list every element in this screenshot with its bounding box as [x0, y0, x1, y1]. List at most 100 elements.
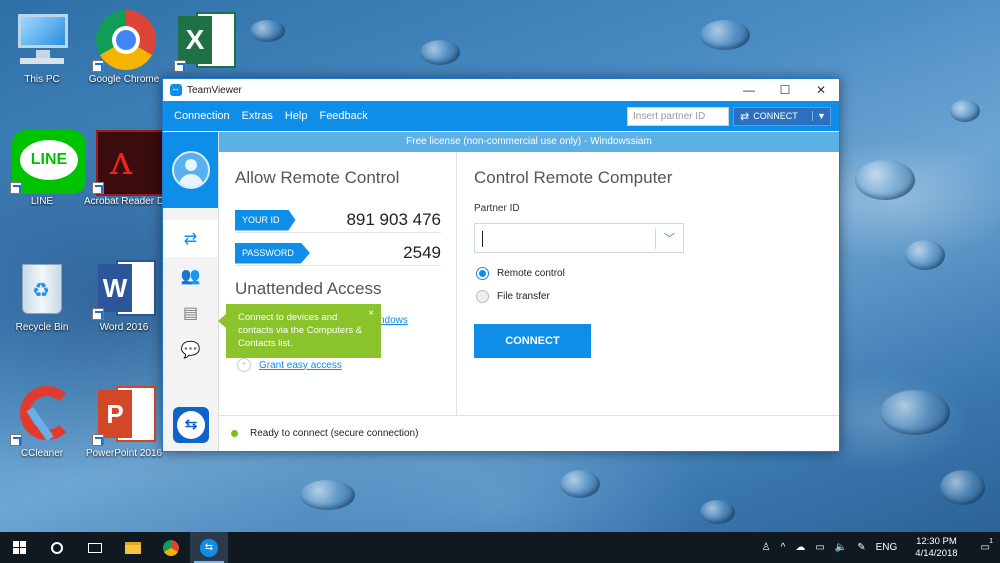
- battery-icon[interactable]: ▭: [810, 542, 829, 553]
- password-row: PASSWORD 2549: [235, 241, 441, 266]
- close-button[interactable]: ✕: [803, 83, 839, 97]
- chrome-icon: [92, 8, 156, 72]
- radio-label: Remote control: [497, 268, 565, 279]
- sidebar-item-contacts[interactable]: ▤: [163, 294, 218, 331]
- powerpoint-icon: P: [92, 382, 156, 446]
- people-icon[interactable]: ♙: [757, 542, 776, 553]
- menu-connection[interactable]: Connection: [163, 110, 236, 122]
- menu-bar: Connection Extras Help Feedback Insert p…: [163, 101, 839, 131]
- status-text: Ready to connect (secure connection): [250, 428, 419, 439]
- teamviewer-icon: ⇆: [200, 538, 218, 557]
- partner-id-input[interactable]: ﹀: [474, 223, 684, 253]
- desktop-icon-label: Google Chrome: [88, 74, 160, 85]
- chevron-down-icon[interactable]: ▼: [812, 111, 830, 121]
- desktop-icon-label: LINE: [30, 196, 54, 207]
- arrows-icon: ⇄: [740, 110, 750, 123]
- teamviewer-window: TeamViewer — ☐ ✕ Connection Extras Help …: [162, 78, 840, 452]
- desktop-icon-chrome[interactable]: Google Chrome: [84, 8, 164, 85]
- taskbar-teamviewer[interactable]: ⇆: [190, 532, 228, 563]
- pen-icon[interactable]: ✎: [852, 542, 870, 553]
- radio-selected-icon: [476, 267, 489, 280]
- desktop-icon-powerpoint[interactable]: P PowerPoint 2016: [84, 382, 164, 459]
- notification-count: 1: [989, 538, 993, 545]
- maximize-button[interactable]: ☐: [767, 83, 803, 97]
- radio-label: File transfer: [497, 291, 550, 302]
- desktop-icon-acrobat[interactable]: ᴧ Acrobat Reader DC: [84, 130, 172, 207]
- taskbar-chrome[interactable]: [152, 532, 190, 563]
- status-bar: Ready to connect (secure connection): [219, 415, 839, 451]
- desktop-icon-label: This PC: [24, 74, 60, 85]
- your-id-value[interactable]: 891 903 476: [346, 210, 441, 230]
- start-with-windows-link[interactable]: ndows: [379, 315, 408, 326]
- connect-button[interactable]: CONNECT: [474, 324, 591, 358]
- close-icon[interactable]: ×: [368, 307, 374, 320]
- teamviewer-brand-icon[interactable]: ⇆: [173, 407, 209, 443]
- clock-date: 4/14/2018: [915, 547, 958, 559]
- arrows-icon: ⇄: [183, 230, 198, 248]
- desktop-icon-line[interactable]: LINE LINE: [2, 130, 86, 207]
- search-button[interactable]: [38, 532, 76, 563]
- recycle-bin-icon: ♻: [10, 256, 74, 320]
- avatar-icon: [171, 151, 210, 189]
- license-banner: Free license (non-commercial use only) -…: [219, 132, 839, 152]
- language-indicator[interactable]: ENG: [871, 542, 903, 553]
- chat-icon: 💬: [180, 341, 201, 359]
- partner-id-quick-input[interactable]: Insert partner ID: [627, 106, 729, 126]
- status-ok-icon: [231, 430, 238, 437]
- network-icon[interactable]: ☁: [790, 542, 810, 553]
- grant-easy-access-link[interactable]: Grant easy access: [259, 360, 342, 371]
- teamviewer-logo-icon: [170, 83, 182, 96]
- sidebar-item-meeting[interactable]: 👥: [163, 257, 218, 294]
- desktop-icon-word[interactable]: W Word 2016: [84, 256, 164, 333]
- text-caret: [482, 231, 483, 247]
- allow-remote-title: Allow Remote Control: [235, 168, 400, 187]
- desktop-icon-excel[interactable]: X: [166, 8, 246, 74]
- allow-remote-control-panel: Allow Remote Control YOUR ID 891 903 476…: [219, 152, 457, 416]
- chevron-down-icon[interactable]: ﹀: [655, 229, 683, 249]
- sidebar-item-remote-control[interactable]: ⇄: [163, 220, 218, 257]
- clock[interactable]: 12:30 PM 4/14/2018: [902, 536, 970, 560]
- partner-id-label: Partner ID: [474, 203, 520, 214]
- profile-area[interactable]: [163, 132, 218, 208]
- task-view-button[interactable]: [76, 532, 114, 563]
- connect-quick-label: CONNECT: [753, 111, 798, 121]
- contact-card-icon: ▤: [182, 304, 199, 322]
- people-icon: 👥: [180, 267, 201, 285]
- notification-center[interactable]: ▭ 1: [971, 538, 1000, 553]
- chevron-up-icon[interactable]: ^: [776, 542, 791, 553]
- sidebar-item-chat[interactable]: 💬: [163, 331, 218, 368]
- radio-file-transfer[interactable]: File transfer: [476, 290, 550, 303]
- menu-extras[interactable]: Extras: [236, 110, 279, 122]
- taskbar-file-explorer[interactable]: [114, 532, 152, 563]
- windows-logo-icon: [12, 541, 26, 554]
- grant-access-row: + Grant easy access: [237, 358, 342, 372]
- window-title: TeamViewer: [187, 84, 242, 96]
- clock-time: 12:30 PM: [916, 535, 957, 547]
- start-button[interactable]: [0, 532, 38, 563]
- connect-quick-button[interactable]: ⇄ CONNECT ▼: [733, 106, 831, 126]
- your-id-tag: YOUR ID: [235, 209, 296, 231]
- unattended-title: Unattended Access: [235, 279, 382, 298]
- desktop-icon-ccleaner[interactable]: CCleaner: [2, 382, 82, 459]
- sidebar: ⇄ 👥 ▤ 💬 ⇆: [163, 132, 219, 451]
- radio-remote-control[interactable]: Remote control: [476, 267, 565, 280]
- title-bar[interactable]: TeamViewer — ☐ ✕: [163, 79, 839, 101]
- desktop-icon-recycle-bin[interactable]: ♻ Recycle Bin: [2, 256, 82, 333]
- menu-feedback[interactable]: Feedback: [313, 110, 373, 122]
- desktop-icon-label: Acrobat Reader DC: [84, 196, 172, 207]
- your-id-row: YOUR ID 891 903 476: [235, 208, 441, 233]
- minimize-button[interactable]: —: [731, 83, 767, 97]
- excel-icon: X: [174, 8, 238, 72]
- tooltip-text: Connect to devices and contacts via the …: [238, 312, 363, 349]
- taskbar: ⇆ ♙ ^ ☁ ▭ 🔈 ✎ ENG 12:30 PM 4/14/2018 ▭ 1: [0, 532, 1000, 563]
- volume-icon[interactable]: 🔈: [830, 542, 852, 553]
- control-remote-computer-panel: Control Remote Computer Partner ID ﹀ Rem…: [458, 152, 839, 416]
- desktop-icon-label: PowerPoint 2016: [85, 448, 163, 459]
- chrome-icon: [163, 539, 179, 556]
- menu-help[interactable]: Help: [279, 110, 314, 122]
- desktop-icon-this-pc[interactable]: This PC: [2, 8, 82, 85]
- desktop-icon-label: Word 2016: [99, 322, 149, 333]
- password-value[interactable]: 2549: [403, 243, 441, 263]
- monitor-icon: [10, 8, 74, 72]
- password-tag: PASSWORD: [235, 242, 310, 264]
